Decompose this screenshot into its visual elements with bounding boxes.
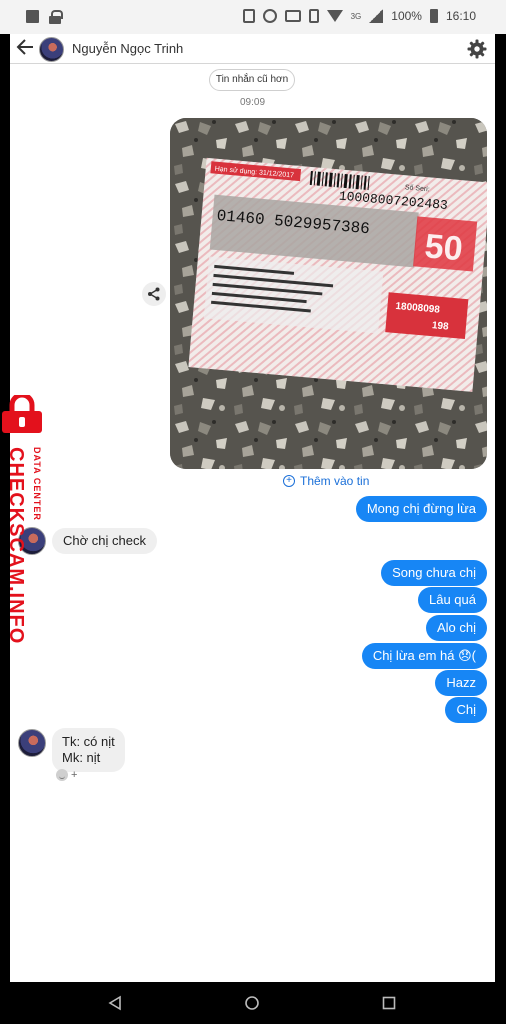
checkscam-watermark: CHECKSCAM.INFO DATA CENTER (0, 395, 60, 645)
smiley-icon (56, 769, 68, 781)
add-reaction-button[interactable]: + (56, 769, 77, 781)
signal-icon (369, 9, 384, 23)
vibrate-icon (308, 9, 319, 23)
message-line: Mk: nịt (62, 750, 101, 765)
message-incoming[interactable]: Chờ chị check (52, 528, 157, 554)
nav-home-icon[interactable] (244, 995, 260, 1011)
message-incoming-multiline[interactable]: Tk: có nịt Mk: nịt (52, 728, 125, 772)
message-outgoing[interactable]: Lâu quá (418, 587, 487, 613)
phone-icon (242, 9, 255, 23)
contact-avatar[interactable] (39, 37, 64, 62)
card-hotline-2: 198 (431, 320, 449, 332)
status-bar: 3G 100% 16:10 (0, 0, 506, 34)
notification-square-icon (26, 10, 39, 23)
thread-timestamp: 09:09 (239, 97, 266, 108)
sender-avatar[interactable] (18, 729, 46, 757)
message-outgoing[interactable]: Chị lừa em há 😞( (361, 643, 487, 669)
cast-icon (284, 10, 301, 22)
message-outgoing[interactable]: Chị (445, 697, 487, 723)
nav-recents-icon[interactable] (381, 995, 397, 1011)
padlock-icon (2, 395, 42, 433)
older-messages-button[interactable]: Tin nhắn cũ hơn (209, 69, 295, 91)
data-saver-icon (262, 9, 277, 23)
photo-message-scratch-card[interactable]: Hạn sử dụng: 31/12/2017 Số Seri: 1000800… (170, 118, 487, 469)
contact-name[interactable]: Nguyễn Ngọc Trinh (72, 41, 183, 56)
share-button[interactable] (142, 282, 166, 306)
share-icon (148, 287, 160, 301)
plus-circle-icon: + (283, 475, 295, 487)
watermark-sub-text: DATA CENTER (32, 447, 42, 521)
add-to-story-link[interactable]: + Thêm vào tin (283, 474, 369, 488)
add-reaction-plus: + (71, 769, 78, 781)
messenger-window: Nguyễn Ngọc Trinh Tin nhắn cũ hơn 09:09 (10, 34, 495, 982)
chat-header: Nguyễn Ngọc Trinh (10, 34, 495, 64)
card-amount: 50 (423, 227, 464, 268)
wifi-icon (326, 10, 343, 22)
nav-back-icon[interactable] (107, 995, 123, 1016)
message-outgoing[interactable]: Hazz (435, 670, 487, 696)
battery-percent: 100% (391, 9, 422, 23)
android-nav-bar (0, 982, 506, 1024)
back-arrow-icon[interactable] (16, 38, 38, 60)
message-outgoing[interactable]: Song chưa chị (381, 560, 487, 586)
message-outgoing[interactable]: Alo chị (425, 615, 487, 641)
gear-icon[interactable] (467, 39, 487, 59)
clock: 16:10 (445, 9, 476, 23)
watermark-main-text: CHECKSCAM.INFO (5, 447, 27, 645)
message-line: Tk: có nịt (62, 734, 115, 749)
battery-icon (429, 9, 438, 23)
status-right-icons: 3G 100% 16:10 (242, 9, 476, 23)
status-left-icons (26, 10, 63, 24)
network-type: 3G (350, 11, 362, 21)
lock-icon (49, 10, 63, 24)
add-to-story-label: Thêm vào tin (300, 474, 370, 488)
message-outgoing[interactable]: Mong chị đừng lừa (355, 496, 487, 522)
